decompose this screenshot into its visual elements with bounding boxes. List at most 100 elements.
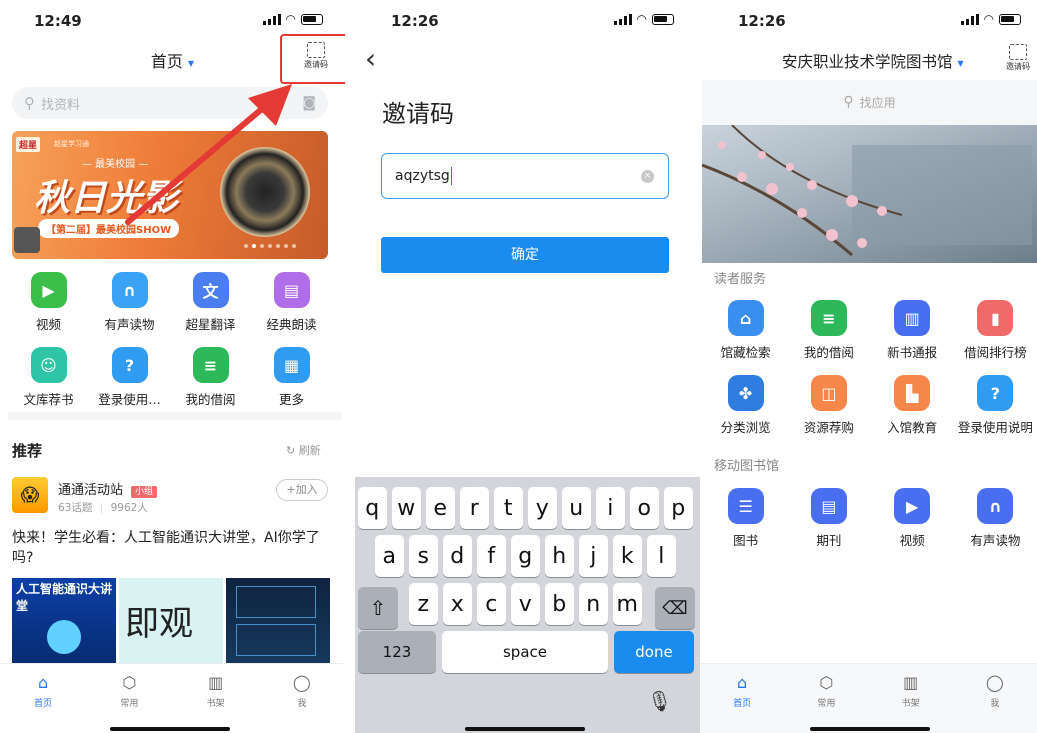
key-u[interactable]: u xyxy=(562,487,591,529)
key-n[interactable]: n xyxy=(579,583,608,625)
clear-icon[interactable]: × xyxy=(641,169,654,183)
key-d[interactable]: d xyxy=(443,535,472,577)
backspace-icon: ⌫ xyxy=(662,597,688,619)
mobile-library-grid: ☰ 图书 ▤ 期刊 ▶ 视频 ∩ 有声读物 xyxy=(704,488,1037,549)
shift-key[interactable]: ⇧ xyxy=(358,587,398,629)
key-v[interactable]: v xyxy=(511,583,540,625)
app-translate-button[interactable]: 文超星翻译 xyxy=(170,272,251,333)
post-thumbnail-3[interactable] xyxy=(226,578,330,668)
app-building-button[interactable]: ▙ 入馆教育 xyxy=(871,375,954,436)
text-cursor xyxy=(450,167,453,185)
tab-home[interactable]: ⌂ 首页 xyxy=(712,672,772,733)
key-t[interactable]: t xyxy=(494,487,523,529)
post-thumbnail-1[interactable]: 人工智能通识大讲堂 xyxy=(12,578,116,668)
key-x[interactable]: x xyxy=(443,583,472,625)
key-l[interactable]: l xyxy=(647,535,676,577)
tab-bookshelf[interactable]: ▥ 书架 xyxy=(186,672,246,733)
key-o[interactable]: o xyxy=(630,487,659,529)
tab-compass[interactable]: ⬡ 常用 xyxy=(99,672,159,733)
tab-compass[interactable]: ⬡ 常用 xyxy=(796,672,856,733)
tab-bookshelf[interactable]: ▥ 书架 xyxy=(881,672,941,733)
home-screen: 12:49 ◠ 首页 ▾ 邀请码 ⚲ 找资料 ◙ 超星 超星学习通 — 最美校园… xyxy=(0,0,345,733)
app-reader-button[interactable]: ☺ 文库荐书 xyxy=(8,347,89,408)
key-i[interactable]: i xyxy=(596,487,625,529)
invite-code-button[interactable]: 邀请码 xyxy=(998,44,1037,72)
library-title-dropdown[interactable]: 安庆职业技术学院图书馆 ▾ xyxy=(782,50,963,72)
newbook-icon: ▥ xyxy=(894,300,931,336)
app-label: 我的借阅 xyxy=(803,345,854,360)
app-books-button[interactable]: ☰ 图书 xyxy=(704,488,787,549)
key-f[interactable]: f xyxy=(477,535,506,577)
key-w[interactable]: w xyxy=(392,487,421,529)
done-key[interactable]: done xyxy=(614,631,694,673)
invite-code-label: 邀请码 xyxy=(304,60,328,69)
key-y[interactable]: y xyxy=(528,487,557,529)
app-book-button[interactable]: ▤ 经典朗读 xyxy=(251,272,332,333)
key-z[interactable]: z xyxy=(409,583,438,625)
group-avatar[interactable]: 😱 xyxy=(12,477,48,513)
key-q[interactable]: q xyxy=(358,487,387,529)
key-h[interactable]: h xyxy=(545,535,574,577)
tab-label: 书架 xyxy=(901,699,920,709)
tab-label: 常用 xyxy=(120,699,139,709)
app-ranking-button[interactable]: ▮ 借阅排行榜 xyxy=(954,300,1037,361)
key-c[interactable]: c xyxy=(477,583,506,625)
app-library-button[interactable]: ⌂ 馆藏检索 xyxy=(704,300,787,361)
invite-code-button[interactable]: 邀请码 xyxy=(296,42,336,70)
app-grid-button[interactable]: ▦ 更多 xyxy=(251,347,332,408)
app-journal-button[interactable]: ▤ 期刊 xyxy=(787,488,870,549)
headphones-icon: ∩ xyxy=(977,488,1014,524)
tab-bar: ⌂ 首页 ⬡ 常用 ▥ 书架 ◯ 我 xyxy=(700,663,1037,733)
app-label: 馆藏检索 xyxy=(720,345,771,360)
app-help-button[interactable]: ? 登录使用… xyxy=(89,347,170,408)
post-thumbnail-2[interactable]: 即观 xyxy=(119,578,223,668)
status-time: 12:26 xyxy=(391,12,439,30)
key-p[interactable]: p xyxy=(664,487,693,529)
group-name-row[interactable]: 通通活动站 小组 xyxy=(58,479,158,498)
search-input[interactable]: ⚲ 找应用 xyxy=(702,88,1037,116)
app-video-button[interactable]: ▶ 视频 xyxy=(871,488,954,549)
key-b[interactable]: b xyxy=(545,583,574,625)
app-document-button[interactable]: ≡ 我的借阅 xyxy=(787,300,870,361)
app-label: 有声读物 xyxy=(970,533,1021,548)
tab-user[interactable]: ◯ 我 xyxy=(272,672,332,733)
key-s[interactable]: s xyxy=(409,535,438,577)
app-bag-button[interactable]: ◫ 资源荐购 xyxy=(787,375,870,436)
app-label: 视频 xyxy=(899,533,925,548)
app-headphones-button[interactable]: ∩ 有声读物 xyxy=(89,272,170,333)
app-help-button[interactable]: ? 登录使用说明 xyxy=(954,375,1037,436)
tab-user[interactable]: ◯ 我 xyxy=(965,672,1025,733)
app-headphones-button[interactable]: ∩ 有声读物 xyxy=(954,488,1037,549)
section-title-mobile-library: 移动图书馆 xyxy=(714,459,780,474)
back-button[interactable]: ‹ xyxy=(365,42,376,75)
post-title[interactable]: 快来！学生必看：人工智能通识大讲堂，AI你学了吗? xyxy=(12,528,332,568)
camera-icon[interactable]: ◙ xyxy=(302,95,316,111)
app-label: 经典朗读 xyxy=(266,317,317,332)
key-e[interactable]: e xyxy=(426,487,455,529)
app-category-button[interactable]: ✤ 分类浏览 xyxy=(704,375,787,436)
confirm-button[interactable]: 确定 xyxy=(381,237,669,273)
refresh-button[interactable]: ↻ 刷新 xyxy=(286,442,321,458)
signal-icon xyxy=(262,14,281,25)
join-button[interactable]: +加入 xyxy=(276,479,328,501)
key-g[interactable]: g xyxy=(511,535,540,577)
key-k[interactable]: k xyxy=(613,535,642,577)
invite-code-input[interactable]: aqzytsg × xyxy=(381,153,669,199)
banner-logo: 超星 xyxy=(16,137,41,152)
translate-icon: 文 xyxy=(192,272,229,308)
key-m[interactable]: m xyxy=(613,583,642,625)
app-label: 借阅排行榜 xyxy=(964,345,1027,360)
tab-home[interactable]: ⌂ 首页 xyxy=(13,672,73,733)
key-j[interactable]: j xyxy=(579,535,608,577)
app-newbook-button[interactable]: ▥ 新书通报 xyxy=(871,300,954,361)
app-label: 登录使用说明 xyxy=(957,420,1033,435)
key-a[interactable]: a xyxy=(375,535,404,577)
numbers-key[interactable]: 123 xyxy=(358,631,436,673)
app-video-button[interactable]: ▶ 视频 xyxy=(8,272,89,333)
key-r[interactable]: r xyxy=(460,487,489,529)
status-icons: ◠ xyxy=(262,13,323,25)
microphone-icon[interactable]: 🎙 xyxy=(647,689,672,713)
space-key[interactable]: space xyxy=(442,631,608,673)
backspace-key[interactable]: ⌫ xyxy=(655,587,695,629)
app-document-button[interactable]: ≡ 我的借阅 xyxy=(170,347,251,408)
